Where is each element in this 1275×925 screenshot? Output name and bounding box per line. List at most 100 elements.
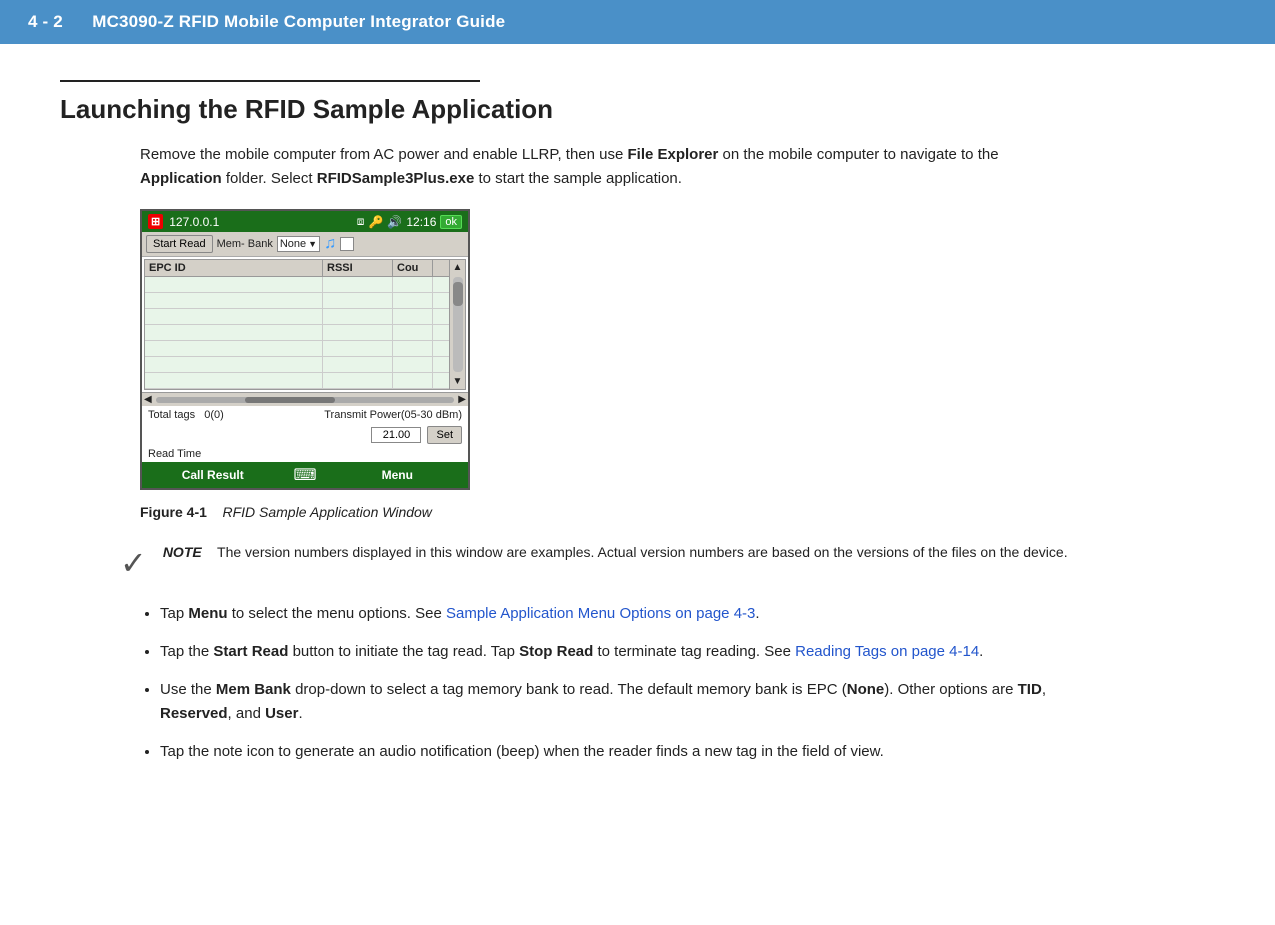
titlebar-time: 12:16: [406, 215, 436, 229]
read-time-row: Read Time: [142, 446, 468, 462]
call-result-button[interactable]: Call Result: [142, 463, 283, 487]
mem-bank-value: None: [280, 238, 306, 250]
note-box: ✓ NOTE The version numbers displayed in …: [120, 542, 1070, 582]
cell: [323, 293, 393, 308]
signal-icon: ⧈: [357, 214, 365, 229]
device-screenshot: ⊞ 127.0.0.1 ⧈ 🔑 🔊 12:16 ok Start Read Me…: [140, 209, 470, 490]
table-row: [145, 325, 449, 341]
horizontal-scrollbar[interactable]: ◀ ▶: [142, 392, 468, 406]
bold-none: None: [847, 681, 885, 698]
checkbox-input[interactable]: [340, 237, 354, 251]
scroll-track: [453, 277, 463, 372]
cell: [393, 277, 433, 292]
figure-caption-text: RFID Sample Application Window: [222, 504, 431, 520]
intro-text-2: on the mobile computer to navigate to th…: [718, 146, 998, 163]
total-tags-value: 0(0): [204, 409, 224, 421]
cell: [145, 309, 323, 324]
ok-badge[interactable]: ok: [440, 215, 462, 229]
scroll-left-icon[interactable]: ◀: [144, 394, 152, 405]
cell: [145, 293, 323, 308]
device-bottom-bar: Call Result ⌨ Menu: [142, 462, 468, 488]
bold-stop-read: Stop Read: [519, 643, 593, 660]
link-sample-app-menu[interactable]: Sample Application Menu Options on page …: [446, 605, 755, 622]
cell: [145, 373, 323, 388]
transmit-power-label: Transmit Power(05-30 dBm): [324, 409, 462, 421]
cell: [145, 341, 323, 356]
menu-button[interactable]: Menu: [327, 463, 468, 487]
mem-bank-label: Mem- Bank: [217, 238, 273, 250]
cell: [323, 325, 393, 340]
section-divider: [60, 80, 480, 82]
chapter-number: 4 - 2: [28, 12, 63, 31]
note-audio-icon[interactable]: ♫: [324, 235, 336, 253]
bold-tid: TID: [1018, 681, 1042, 698]
list-item: Use the Mem Bank drop-down to select a t…: [160, 678, 1120, 726]
scroll-down-icon[interactable]: ▼: [453, 374, 463, 389]
note-content: NOTE The version numbers displayed in th…: [163, 542, 1068, 563]
cell: [323, 341, 393, 356]
list-item: Tap the Start Read button to initiate th…: [160, 640, 1120, 664]
header-bar: 4 - 2 MC3090-Z RFID Mobile Computer Inte…: [0, 0, 1275, 44]
hscroll-thumb: [245, 397, 335, 403]
start-read-button[interactable]: Start Read: [146, 235, 213, 253]
scroll-up-icon[interactable]: ▲: [453, 260, 463, 275]
table-rows: [145, 277, 449, 389]
figure-caption: Figure 4-1 RFID Sample Application Windo…: [140, 504, 1215, 520]
bold-user: User: [265, 705, 298, 722]
list-item: Tap Menu to select the menu options. See…: [160, 602, 1120, 626]
cell: [393, 325, 433, 340]
cell: [393, 293, 433, 308]
vertical-scrollbar[interactable]: ▲ ▼: [449, 260, 465, 389]
scroll-right-icon[interactable]: ▶: [458, 394, 466, 405]
dropdown-arrow-icon: ▼: [308, 239, 317, 249]
cell: [323, 373, 393, 388]
cell: [145, 325, 323, 340]
intro-bold-3: RFIDSample3Plus.exe: [317, 170, 475, 187]
lock-icon: 🔑: [368, 215, 383, 229]
col-epc-id: EPC ID: [145, 260, 323, 276]
table-row: [145, 373, 449, 389]
hscroll-track: [156, 397, 455, 403]
bold-menu: Menu: [188, 605, 227, 622]
power-input-row: Set: [142, 424, 468, 446]
figure-label: Figure 4-1: [140, 504, 207, 520]
device-toolbar: Start Read Mem- Bank None ▼ ♫: [142, 232, 468, 257]
keyboard-icon[interactable]: ⌨: [283, 462, 326, 488]
table-row: [145, 357, 449, 373]
link-reading-tags[interactable]: Reading Tags on page 4-14: [795, 643, 979, 660]
table-row: [145, 309, 449, 325]
intro-bold-1: File Explorer: [628, 146, 719, 163]
cell: [323, 309, 393, 324]
mem-bank-dropdown[interactable]: None ▼: [277, 236, 320, 252]
intro-text-3: folder. Select: [222, 170, 317, 187]
cell: [393, 341, 433, 356]
table-main: EPC ID RSSI Cou: [145, 260, 449, 389]
intro-text-4: to start the sample application.: [474, 170, 682, 187]
cell: [323, 357, 393, 372]
bullet-list: Tap Menu to select the menu options. See…: [160, 602, 1120, 764]
power-value-input[interactable]: [371, 427, 421, 443]
titlebar-left: ⊞ 127.0.0.1: [148, 214, 219, 229]
scroll-thumb: [453, 282, 463, 306]
cell: [393, 373, 433, 388]
device-table-area: EPC ID RSSI Cou: [144, 259, 466, 390]
cell: [393, 309, 433, 324]
windows-icon: ⊞: [148, 214, 163, 229]
table-row: [145, 293, 449, 309]
note-label: NOTE: [163, 544, 202, 560]
cell: [145, 357, 323, 372]
col-rssi: RSSI: [323, 260, 393, 276]
bold-reserved: Reserved: [160, 705, 228, 722]
cell: [393, 357, 433, 372]
note-text: The version numbers displayed in this wi…: [217, 544, 1068, 560]
total-tags-row: Total tags 0(0) Transmit Power(05-30 dBm…: [142, 406, 468, 424]
intro-text-1: Remove the mobile computer from AC power…: [140, 146, 628, 163]
device-titlebar: ⊞ 127.0.0.1 ⧈ 🔑 🔊 12:16 ok: [142, 211, 468, 232]
list-item: Tap the note icon to generate an audio n…: [160, 740, 1120, 764]
titlebar-ip: 127.0.0.1: [169, 215, 219, 229]
bold-start-read: Start Read: [213, 643, 288, 660]
section-title: Launching the RFID Sample Application: [60, 94, 1215, 125]
set-button[interactable]: Set: [427, 426, 462, 444]
intro-bold-2: Application: [140, 170, 222, 187]
col-count: Cou: [393, 260, 433, 276]
